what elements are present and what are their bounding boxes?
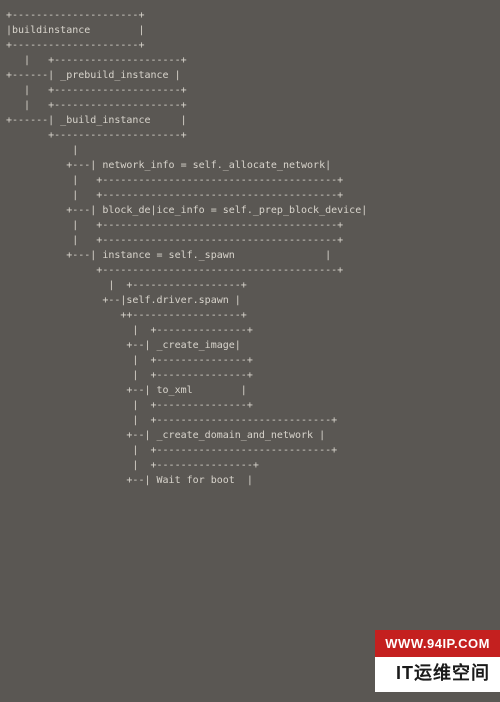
watermark: WWW.94IP.COM IT运维空间 xyxy=(375,630,500,693)
watermark-brand: IT运维空间 xyxy=(375,657,500,692)
call-tree-diagram: +---------------------+ |buildinstance |… xyxy=(0,0,500,496)
watermark-url: WWW.94IP.COM xyxy=(375,630,500,658)
